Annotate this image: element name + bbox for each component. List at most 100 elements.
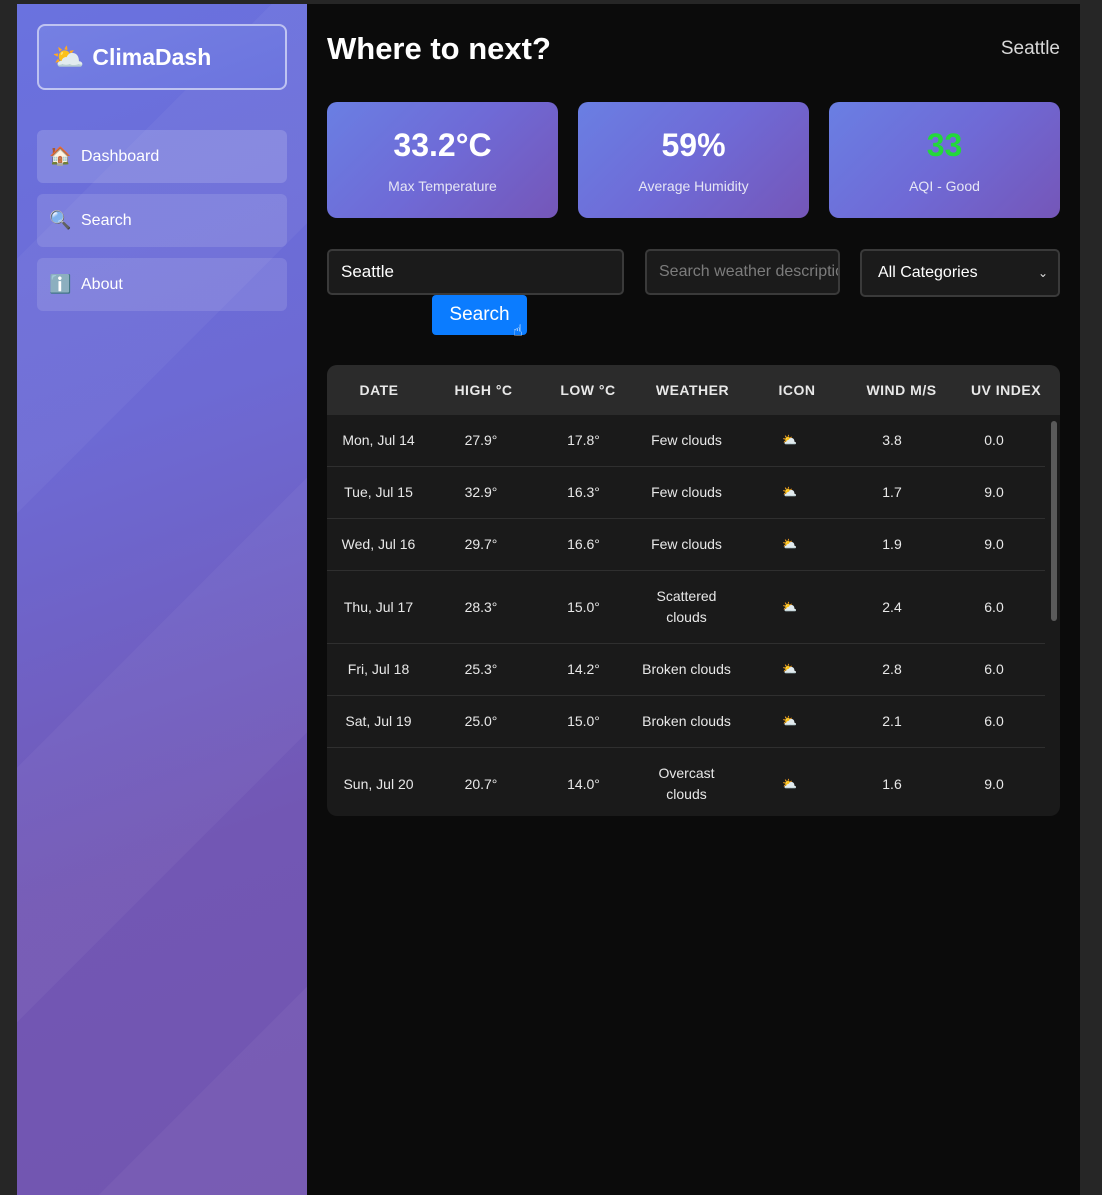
cell-wind: 1.7 [882,484,902,500]
city-input[interactable] [327,249,624,295]
cell-wind: 3.8 [882,432,902,448]
weather-description-input[interactable] [645,249,840,295]
column-header-low[interactable]: LOW °C [536,382,640,398]
partly-cloudy-icon: ⛅ [782,599,797,614]
cell-weather: Broken clouds [642,713,731,729]
brand-name: ClimaDash [92,43,212,70]
app-window: ⛅ ClimaDash 🏠 Dashboard 🔍 Search ℹ️ Abou… [17,4,1080,1195]
partly-cloudy-icon: ⛅ [782,485,797,499]
search-controls: All Categories ⌄ [327,249,1060,297]
partly-cloudy-icon: ⛅ [782,433,797,447]
cell-uv: 0.0 [984,432,1004,448]
sidebar: ⛅ ClimaDash 🏠 Dashboard 🔍 Search ℹ️ Abou… [17,4,307,1195]
table-header: DATE HIGH °C LOW °C WEATHER ICON WIND M/… [327,365,1060,415]
cell-date: Sat, Jul 19 [345,713,412,729]
stat-label: Max Temperature [388,177,497,194]
stat-value: 33 [926,126,963,163]
cell-high: 27.9° [464,432,498,448]
chevron-down-icon: ⌄ [1037,266,1048,280]
cell-uv: 6.0 [984,713,1004,729]
table-row: Thu, Jul 17 28.3° 15.0° Scattered clouds… [327,571,1045,644]
cell-low: 15.0° [567,598,600,615]
stat-value: 33.2°C [393,126,492,163]
magnifier-icon: 🔍 [49,210,72,230]
brand-logo[interactable]: ⛅ ClimaDash [37,24,287,90]
cell-high: 25.3° [464,661,498,677]
cell-low: 16.6° [567,536,600,552]
cell-uv: 6.0 [984,598,1004,615]
cell-high: 28.3° [464,598,498,615]
category-select-value: All Categories [878,264,978,281]
cell-low: 14.0° [567,775,600,792]
column-header-icon[interactable]: ICON [745,382,849,398]
cell-weather: Overcast clouds [658,765,715,802]
cell-date: Thu, Jul 17 [343,598,414,615]
cell-wind: 1.9 [882,536,902,552]
column-header-uv[interactable]: UV INDEX [954,382,1058,398]
category-select[interactable]: All Categories ⌄ [860,249,1060,297]
partly-cloudy-icon: ⛅ [782,537,797,551]
cell-weather: Few clouds [651,536,722,552]
cell-weather: Scattered clouds [656,588,717,625]
cell-low: 15.0° [567,713,600,729]
sidebar-item-label: Search [81,211,132,229]
partly-cloudy-icon: ⛅ [782,714,797,728]
stat-card-aqi: 33 AQI - Good [829,102,1060,218]
cell-uv: 6.0 [984,661,1004,677]
stat-value: 59% [661,126,726,163]
stat-label: AQI - Good [909,177,980,194]
column-header-weather[interactable]: WEATHER [640,382,745,398]
column-header-high[interactable]: HIGH °C [431,382,536,398]
cell-low: 16.3° [567,484,600,500]
table-row: Fri, Jul 18 25.3° 14.2° Broken clouds ⛅ … [327,644,1045,696]
table-row: Wed, Jul 16 29.7° 16.6° Few clouds ⛅ 1.9… [327,519,1045,571]
current-city: Seattle [1000,38,1060,59]
table-body: Mon, Jul 14 27.9° 17.8° Few clouds ⛅ 3.8… [327,415,1060,816]
hand-pointer-icon: ☝ [513,323,523,340]
sidebar-item-about[interactable]: ℹ️ About [37,258,287,311]
column-header-wind[interactable]: WIND M/S [849,382,954,398]
column-header-date[interactable]: DATE [327,382,431,398]
sun-cloud-icon: ⛅ [52,42,85,72]
cell-high: 32.9° [464,484,498,500]
info-icon: ℹ️ [49,274,72,294]
sidebar-nav: 🏠 Dashboard 🔍 Search ℹ️ About [37,130,287,322]
cell-weather: Few clouds [651,432,722,448]
sidebar-item-label: About [81,275,123,293]
cell-date: Sun, Jul 20 [343,775,414,792]
stat-card-max-temperature: 33.2°C Max Temperature [327,102,558,218]
partly-cloudy-icon: ⛅ [782,662,797,676]
cell-high: 25.0° [464,713,498,729]
cell-wind: 1.6 [882,775,902,792]
stat-card-average-humidity: 59% Average Humidity [578,102,809,218]
cell-low: 14.2° [567,661,600,677]
house-icon: 🏠 [49,146,72,166]
table-row: Sun, Jul 20 20.7° 14.0° Overcast clouds … [327,748,1045,816]
partly-cloudy-icon: ⛅ [782,776,797,791]
table-row: Mon, Jul 14 27.9° 17.8° Few clouds ⛅ 3.8… [327,415,1045,467]
cell-weather: Broken clouds [642,661,731,677]
page-title: Where to next? [327,31,551,66]
cell-uv: 9.0 [984,484,1004,500]
forecast-table: DATE HIGH °C LOW °C WEATHER ICON WIND M/… [327,365,1060,816]
sidebar-item-search[interactable]: 🔍 Search [37,194,287,247]
cell-date: Mon, Jul 14 [342,432,415,448]
sidebar-item-label: Dashboard [81,147,160,165]
table-row: Sat, Jul 19 25.0° 15.0° Broken clouds ⛅ … [327,696,1045,748]
cell-uv: 9.0 [984,775,1004,792]
cell-uv: 9.0 [984,536,1004,552]
table-scrollbar[interactable] [1051,421,1057,621]
cell-weather: Few clouds [651,484,722,500]
stats-row: 33.2°C Max Temperature 59% Average Humid… [327,102,1060,218]
cell-date: Fri, Jul 18 [347,661,410,677]
cell-high: 20.7° [464,775,498,792]
sidebar-item-dashboard[interactable]: 🏠 Dashboard [37,130,287,183]
stat-label: Average Humidity [638,177,749,194]
table-row: Tue, Jul 15 32.9° 16.3° Few clouds ⛅ 1.7… [327,467,1045,519]
cell-date: Wed, Jul 16 [341,536,416,552]
main-content: Where to next? Seattle 33.2°C Max Temper… [307,4,1080,1195]
cell-low: 17.8° [567,432,600,448]
cell-wind: 2.4 [882,598,902,615]
cell-high: 29.7° [464,536,498,552]
cell-date: Tue, Jul 15 [344,484,413,500]
